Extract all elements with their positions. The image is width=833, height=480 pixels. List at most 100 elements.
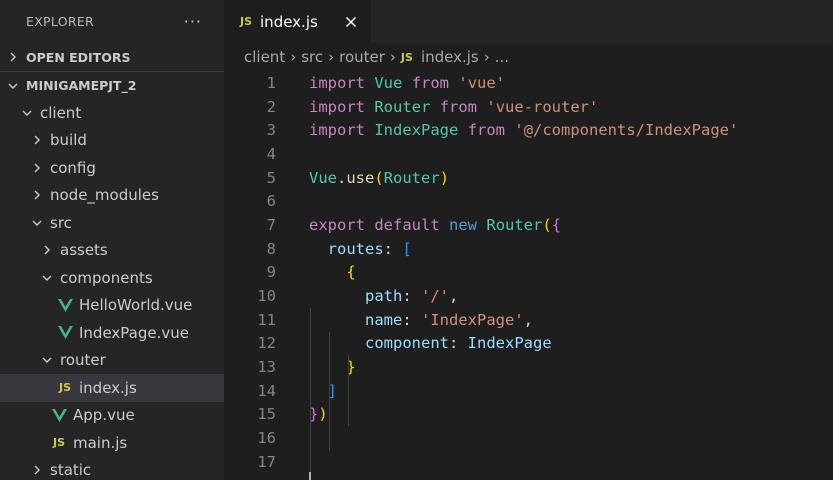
code-token: ( (374, 168, 384, 187)
tree-item-client[interactable]: client (0, 99, 224, 127)
line-number: 6 (266, 192, 276, 211)
tree-item-index-js[interactable]: JS index.js (0, 374, 224, 402)
code-token: default (374, 215, 440, 234)
line-number: 17 (257, 452, 276, 471)
tree-item-static[interactable]: static (0, 457, 224, 480)
chevron-down-icon (40, 353, 54, 367)
code-token: component (365, 334, 449, 353)
code-line: 4 (224, 142, 833, 166)
tree-item-router[interactable]: router (0, 347, 224, 375)
tree-item-assets[interactable]: assets (0, 237, 224, 265)
tree-item-config[interactable]: config (0, 154, 224, 182)
line-number: 13 (257, 358, 276, 377)
line-number: 10 (257, 287, 276, 306)
tree-item-label: components (60, 268, 153, 287)
more-actions-icon[interactable]: ··· (184, 12, 202, 31)
js-file-icon: JS (240, 15, 253, 28)
code-token: Vue (374, 73, 403, 92)
code-token: 'vue-router' (486, 97, 599, 116)
tree-item-src[interactable]: src (0, 209, 224, 237)
code-token: Router (486, 215, 543, 234)
code-token: from (439, 97, 478, 116)
chevron-right-icon (40, 243, 54, 257)
line-number: 2 (266, 97, 276, 116)
chevron-right-icon: › (389, 48, 396, 66)
tree-item-label: index.js (79, 378, 137, 397)
breadcrumb-client[interactable]: client (244, 48, 285, 66)
code-token: new (449, 215, 478, 234)
code-token: from (411, 73, 450, 92)
code-token: . (337, 168, 347, 187)
line-number: 4 (266, 144, 276, 163)
tree-item-label: HelloWorld.vue (79, 296, 193, 315)
tab-label: index.js (260, 12, 318, 31)
tree-item-label: build (50, 131, 87, 150)
vue-file-icon (56, 298, 74, 312)
code-line: 9 { (224, 261, 833, 285)
explorer-title: EXPLORER (26, 14, 95, 29)
line-number: 9 (266, 263, 276, 282)
code-token: ) (318, 405, 328, 424)
code-token: Router (374, 97, 431, 116)
line-number: 14 (257, 381, 276, 400)
js-file-icon: JS (58, 381, 71, 395)
line-number: 12 (257, 334, 276, 353)
close-icon[interactable] (343, 14, 359, 30)
tree-item-indexpage-vue[interactable]: IndexPage.vue (0, 319, 224, 347)
breadcrumb-src[interactable]: src (301, 48, 323, 66)
tree-item-main-js[interactable]: JS main.js (0, 429, 224, 457)
code-token: : (402, 310, 421, 329)
chevron-down-icon (40, 271, 54, 285)
code-line: 2 import Router from 'vue-router' (224, 95, 833, 119)
tree-item-node-modules[interactable]: node_modules (0, 182, 224, 210)
js-file-icon: JS (52, 436, 65, 450)
breadcrumb-router[interactable]: router (339, 48, 385, 66)
code-token: 'IndexPage' (421, 310, 524, 329)
code-line: 8 routes: [ (224, 237, 833, 261)
code-token: routes (327, 239, 384, 258)
text-cursor (309, 472, 311, 480)
code-line: 10 path: '/', (224, 284, 833, 308)
line-number: 5 (266, 168, 276, 187)
code-line: 12 component: IndexPage (224, 332, 833, 356)
code-line: 17 (224, 450, 833, 474)
open-editors-section[interactable]: OPEN EDITORS (0, 43, 224, 71)
open-editors-label: OPEN EDITORS (26, 49, 131, 65)
code-token: import (309, 97, 365, 116)
code-editor[interactable]: 1 import Vue from 'vue' 2 import Router fro… (224, 71, 833, 474)
tree-item-app-vue[interactable]: App.vue (0, 402, 224, 430)
js-file-icon: JS (400, 50, 413, 64)
project-section[interactable]: MINIGAMEPJT_2 (0, 71, 224, 99)
tab-index-js[interactable]: JS index.js (224, 0, 371, 43)
chevron-right-icon (30, 161, 44, 175)
line-number: 15 (257, 405, 276, 424)
code-line: 14 ] (224, 379, 833, 403)
tree-item-components[interactable]: components (0, 264, 224, 292)
breadcrumb-symbols[interactable]: ... (495, 48, 509, 66)
line-number: 8 (266, 239, 276, 258)
tree-item-label: router (60, 351, 106, 370)
chevron-right-icon (30, 133, 44, 147)
tree-item-helloworld-vue[interactable]: HelloWorld.vue (0, 292, 224, 320)
vscode-window: EXPLORER ··· OPEN EDITORS MINIGAMEPJT_2 … (0, 0, 833, 480)
code-token: Vue (309, 168, 337, 187)
code-token: import (309, 121, 365, 140)
code-token: Router (383, 168, 440, 187)
code-token: : (449, 334, 468, 353)
editor-area: JS index.js client › src › router › JS i… (224, 0, 833, 480)
tree-item-label: src (50, 213, 72, 232)
code-token: export (309, 215, 365, 234)
code-token: path (365, 287, 403, 306)
breadcrumb-file[interactable]: index.js (421, 48, 479, 66)
code-token: IndexPage (374, 121, 459, 140)
tree-item-build[interactable]: build (0, 127, 224, 155)
tree-item-label: main.js (73, 433, 128, 452)
